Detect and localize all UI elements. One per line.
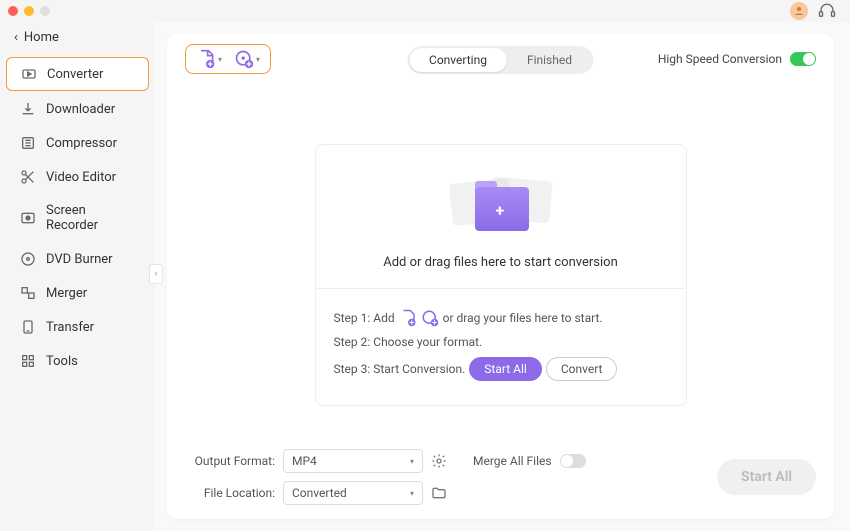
add-disc-button[interactable]: ▾ xyxy=(234,49,260,69)
chevron-down-icon: ▾ xyxy=(410,489,414,498)
back-chevron-icon: ‹ xyxy=(14,30,18,45)
sidebar-item-label: DVD Burner xyxy=(46,252,113,267)
sidebar-item-screen-recorder[interactable]: Screen Recorder xyxy=(6,195,149,241)
sidebar-item-tools[interactable]: Tools xyxy=(6,345,149,377)
start-all-example-button[interactable]: Start All xyxy=(469,357,542,381)
sidebar-item-transfer[interactable]: Transfer xyxy=(6,311,149,343)
support-icon[interactable] xyxy=(818,2,836,20)
sidebar-item-label: Converter xyxy=(47,67,103,82)
output-format-select[interactable]: MP4 ▾ xyxy=(283,449,423,473)
file-location-select[interactable]: Converted ▾ xyxy=(283,481,423,505)
chevron-down-icon: ▾ xyxy=(410,457,414,466)
output-format-label: Output Format: xyxy=(185,454,275,468)
start-all-button[interactable]: Start All xyxy=(717,459,816,495)
sidebar-item-label: Video Editor xyxy=(46,170,116,185)
step3-text: Step 3: Start Conversion. xyxy=(334,362,466,376)
status-tabs: Converting Finished xyxy=(407,46,594,74)
scissors-icon xyxy=(20,169,36,185)
compressor-icon xyxy=(20,135,36,151)
sidebar-item-label: Transfer xyxy=(46,320,94,335)
sidebar-item-downloader[interactable]: Downloader xyxy=(6,93,149,125)
disc-add-icon xyxy=(421,309,439,327)
grid-icon xyxy=(20,353,36,369)
download-icon xyxy=(20,101,36,117)
disc-add-icon xyxy=(234,49,254,69)
footer-bar: Output Format: MP4 ▾ Merge All Files Fil… xyxy=(167,439,834,519)
folder-open-icon[interactable] xyxy=(431,485,447,501)
high-speed-label: High Speed Conversion xyxy=(658,52,782,66)
sidebar-item-label: Downloader xyxy=(46,102,115,117)
sidebar: ‹ Home Converter Downloader Compressor V… xyxy=(0,22,155,531)
step1-prefix: Step 1: Add xyxy=(334,311,395,325)
avatar[interactable] xyxy=(790,2,808,20)
transfer-icon xyxy=(20,319,36,335)
minimize-window-button[interactable] xyxy=(24,6,34,16)
home-link[interactable]: ‹ Home xyxy=(0,24,155,55)
sidebar-item-compressor[interactable]: Compressor xyxy=(6,127,149,159)
folder-add-illustration: + xyxy=(451,173,551,243)
disc-icon xyxy=(20,251,36,267)
merge-label: Merge All Files xyxy=(473,454,552,468)
file-location-value: Converted xyxy=(292,486,347,500)
titlebar xyxy=(0,0,850,22)
tab-converting[interactable]: Converting xyxy=(409,48,507,72)
high-speed-toggle[interactable] xyxy=(790,52,816,66)
chevron-down-icon: ▾ xyxy=(256,55,260,64)
home-label: Home xyxy=(24,30,59,45)
add-file-button[interactable]: ▾ xyxy=(196,49,222,69)
step-3: Step 3: Start Conversion. Start All Conv… xyxy=(334,357,668,381)
file-add-icon xyxy=(196,49,216,69)
sidebar-item-label: Merger xyxy=(46,286,87,301)
output-format-value: MP4 xyxy=(292,454,317,468)
sidebar-item-converter[interactable]: Converter xyxy=(6,57,149,91)
chevron-down-icon: ▾ xyxy=(218,55,222,64)
merge-icon xyxy=(20,285,36,301)
maximize-window-button[interactable] xyxy=(40,6,50,16)
drop-text: Add or drag files here to start conversi… xyxy=(316,255,686,270)
window-controls xyxy=(8,6,50,16)
file-add-icon xyxy=(399,309,417,327)
sidebar-item-label: Tools xyxy=(46,354,78,369)
collapse-sidebar-button[interactable]: ‹ xyxy=(149,264,163,284)
gear-icon[interactable] xyxy=(431,453,447,469)
step-2: Step 2: Choose your format. xyxy=(334,335,668,349)
file-location-label: File Location: xyxy=(185,486,275,500)
sidebar-item-dvd-burner[interactable]: DVD Burner xyxy=(6,243,149,275)
record-icon xyxy=(20,210,36,226)
step-1: Step 1: Add or drag your files here to s… xyxy=(334,309,668,327)
merge-toggle[interactable] xyxy=(560,454,586,468)
main-area: ▾ ▾ Converting Finished High Speed Conve… xyxy=(155,22,850,531)
add-buttons-group: ▾ ▾ xyxy=(185,44,271,74)
sidebar-item-label: Compressor xyxy=(46,136,117,151)
sidebar-item-label: Screen Recorder xyxy=(46,203,135,233)
sidebar-item-merger[interactable]: Merger xyxy=(6,277,149,309)
drop-zone[interactable]: + Add or drag files here to start conver… xyxy=(315,144,687,406)
close-window-button[interactable] xyxy=(8,6,18,16)
toolbar: ▾ ▾ Converting Finished High Speed Conve… xyxy=(167,34,834,84)
tab-finished[interactable]: Finished xyxy=(507,48,592,72)
step1-suffix: or drag your files here to start. xyxy=(443,311,603,325)
sidebar-item-video-editor[interactable]: Video Editor xyxy=(6,161,149,193)
convert-example-button[interactable]: Convert xyxy=(546,357,618,381)
converter-icon xyxy=(21,66,37,82)
